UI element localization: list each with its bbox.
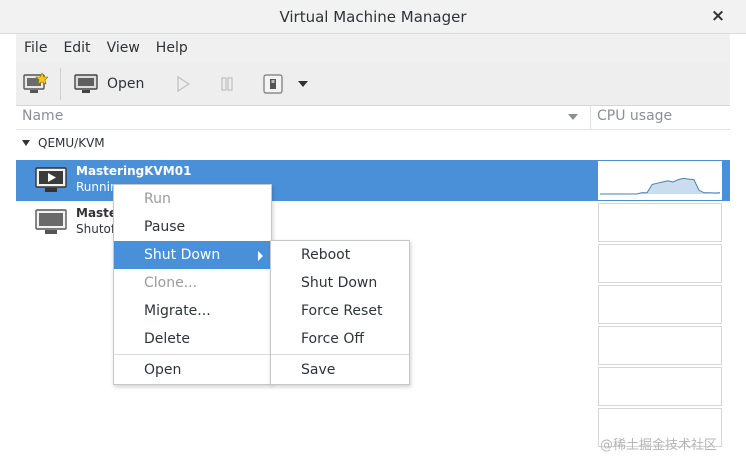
menu-item-label: Pause [144,219,186,235]
vm-name: MasteringKVM01 [76,164,192,178]
submenu-item-force-off[interactable]: Force Off [271,325,409,353]
menu-item-label: Delete [144,331,190,347]
chevron-down-icon [298,80,309,87]
menu-item-label: Save [301,362,336,378]
shutoff-vm-icon [35,209,67,234]
column-divider [590,106,591,130]
monitor-icon [74,73,98,93]
menu-item-label: Shut Down [144,247,221,263]
pause-icon [221,76,234,91]
cpu-graph [598,326,722,365]
submenu-item-force-reset[interactable]: Force Reset [271,297,409,325]
cpu-graph [598,244,722,283]
new-vm-icon [23,71,48,93]
menu-item-open[interactable]: Open [114,356,271,384]
run-button[interactable] [168,67,198,101]
watermark: @稀土掘金技术社区 [600,438,718,453]
shutdown-button[interactable] [256,67,290,101]
menu-item-delete[interactable]: Delete [114,325,271,353]
shutdown-menu-button[interactable] [290,67,316,101]
menu-item-label: Reboot [301,247,351,263]
open-button[interactable]: Open [67,67,150,101]
column-header-cpu[interactable]: CPU usage [597,108,672,124]
menu-file[interactable]: File [16,40,55,56]
menu-item-label: Force Off [301,331,364,347]
connection-group[interactable]: QEMU/KVM [22,136,105,150]
menu-item-pause[interactable]: Pause [114,213,271,241]
sort-arrow-icon[interactable] [568,114,578,120]
close-icon[interactable]: × [708,6,728,26]
list-header: Name CPU usage [16,106,730,130]
column-header-name[interactable]: Name [22,108,63,124]
context-menu: Run Pause Shut Down Clone... Migrate... … [113,184,272,385]
menu-view[interactable]: View [99,40,148,56]
menu-item-migrate[interactable]: Migrate... [114,297,271,325]
submenu-item-reboot[interactable]: Reboot [271,241,409,269]
submenu-item-save[interactable]: Save [271,356,409,384]
new-vm-button[interactable] [16,67,54,101]
toolbar-separator [60,67,61,100]
expander-icon[interactable] [22,140,30,146]
menu-item-label: Open [144,362,182,378]
toolbar: Open [16,62,730,106]
submenu-arrow-icon [258,251,263,261]
menu-item-clone[interactable]: Clone... [114,269,271,297]
menu-item-run[interactable]: Run [114,185,271,213]
menu-separator [271,354,409,355]
menu-item-label: Clone... [144,275,198,291]
title-bar: Virtual Machine Manager × [0,0,746,34]
shutdown-submenu: Reboot Shut Down Force Reset Force Off S… [270,240,410,385]
cpu-graph [598,203,722,242]
menu-separator [114,354,271,355]
menu-item-label: Migrate... [144,303,211,319]
power-icon [263,73,284,94]
menu-edit[interactable]: Edit [55,40,98,56]
pause-button[interactable] [212,67,242,101]
open-button-label: Open [107,75,145,92]
menu-item-label: Shut Down [301,275,378,291]
submenu-item-shut-down[interactable]: Shut Down [271,269,409,297]
menu-item-label: Force Reset [301,303,383,319]
running-vm-icon [35,167,67,192]
menu-help[interactable]: Help [148,40,196,56]
menu-bar: File Edit View Help [16,34,730,62]
cpu-sparkline [600,177,721,195]
connection-label: QEMU/KVM [38,136,105,150]
cpu-graph-selected [598,161,722,200]
cpu-graph [598,285,722,324]
play-icon [177,75,191,92]
cpu-graph [598,367,722,406]
menu-item-label: Run [144,191,171,207]
window-title: Virtual Machine Manager [279,7,467,26]
menu-item-shut-down[interactable]: Shut Down [114,241,271,269]
